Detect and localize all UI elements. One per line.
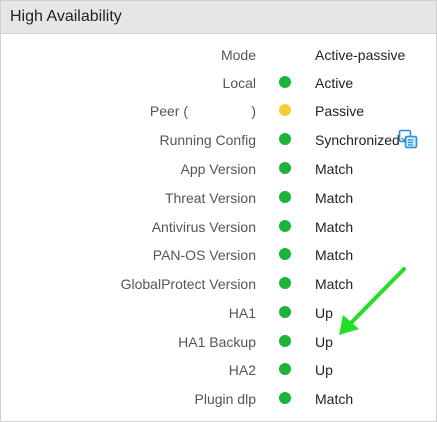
row-value: Match xyxy=(315,247,354,263)
status-dot-icon xyxy=(279,76,291,88)
status-dot-icon xyxy=(279,335,291,347)
status-dot-icon xyxy=(279,363,291,375)
status-dot-icon xyxy=(279,162,291,174)
row-value: Match xyxy=(315,391,354,407)
row-threat-version: Threat Version Match xyxy=(1,184,436,213)
row-label-close: ) xyxy=(251,103,256,119)
row-label: HA1 Backup xyxy=(178,334,256,350)
status-dot-icon xyxy=(279,133,291,145)
status-dot-icon xyxy=(279,220,291,232)
status-dot-icon xyxy=(279,248,291,260)
row-value: Up xyxy=(315,362,333,378)
status-dot-icon xyxy=(279,306,291,318)
row-mode: Mode Active-passive xyxy=(1,41,436,70)
row-ha2: HA2 Up xyxy=(1,356,436,385)
row-label: Mode xyxy=(220,47,256,63)
row-value: Synchronized xyxy=(315,132,400,148)
row-label: Antivirus Version xyxy=(151,219,256,235)
row-app-version: App Version Match xyxy=(1,155,436,184)
green-arrow-annotation-icon xyxy=(339,267,406,335)
row-label: Threat Version xyxy=(164,190,256,206)
row-label: Local xyxy=(222,75,256,91)
row-value: Active xyxy=(315,75,354,91)
row-label: HA2 xyxy=(228,362,256,378)
row-value: Active-passive xyxy=(315,47,406,63)
status-dot-icon xyxy=(279,277,291,289)
status-dot-icon xyxy=(279,392,291,404)
panel-title: High Availability xyxy=(10,8,122,25)
row-running-config: Running Config Synchronized xyxy=(1,126,436,155)
row-value: Match xyxy=(315,161,354,177)
row-label: App Version xyxy=(180,161,257,177)
row-label: Plugin dlp xyxy=(194,391,257,407)
row-local: Local Active xyxy=(1,69,436,98)
row-label: Running Config xyxy=(159,132,256,148)
row-value: Match xyxy=(315,219,354,235)
sync-config-icon[interactable] xyxy=(398,129,418,149)
row-label: HA1 xyxy=(228,305,256,321)
row-value: Match xyxy=(315,190,354,206)
high-availability-panel: High Availability Mode Active-passive Lo… xyxy=(0,0,437,422)
status-dot-icon xyxy=(279,104,291,116)
row-antivirus-version: Antivirus Version Match xyxy=(1,213,436,242)
status-dot-icon xyxy=(279,191,291,203)
row-value: Passive xyxy=(315,103,365,119)
row-plugin-dlp: Plugin dlp Match xyxy=(1,385,436,414)
panel-header: High Availability xyxy=(1,1,436,34)
row-label: GlobalProtect Version xyxy=(120,276,256,292)
row-peer: Peer ( ) Passive xyxy=(1,97,436,126)
row-label: Peer ( xyxy=(149,103,188,119)
row-label: PAN-OS Version xyxy=(152,247,256,263)
